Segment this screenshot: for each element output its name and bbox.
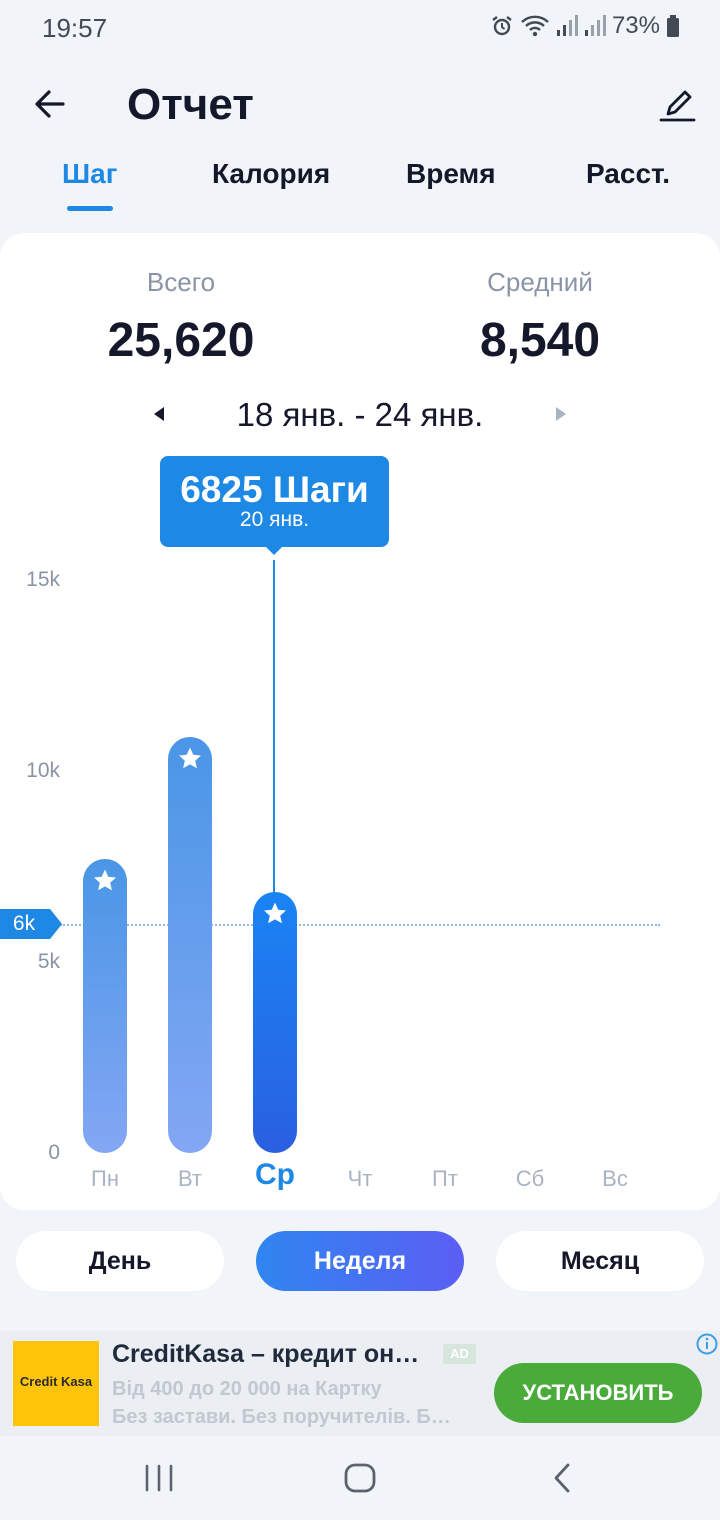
- goal-badge-label: 6k: [12, 911, 36, 935]
- ad-line-2: Без застави. Без поручителів. Б…: [112, 1406, 451, 1428]
- ad-logo[interactable]: Credit Kasa: [13, 1341, 99, 1426]
- y-tick-label: 10k: [26, 759, 60, 782]
- recent-apps-button[interactable]: [141, 1462, 177, 1494]
- back-nav-button[interactable]: [544, 1462, 580, 1494]
- x-label-2[interactable]: Ср: [245, 1158, 305, 1192]
- selected-day-tooltip: 6825 Шаги 20 янв.: [160, 456, 389, 547]
- steps-chart: 6825 Шаги 20 янв. 0 5k 10k 15k 6k Пн Вт Ср Чт Пт С…: [0, 233, 720, 1210]
- page-title: Отчет: [127, 80, 254, 129]
- tooltip-value: 6825 Шаги: [180, 469, 369, 510]
- star-icon: [264, 902, 286, 924]
- period-month-button[interactable]: Месяц: [496, 1231, 704, 1291]
- tooltip-arrow: [265, 546, 283, 555]
- arrow-left-icon: [35, 90, 65, 118]
- x-label-6[interactable]: Вс: [585, 1166, 645, 1192]
- ad-install-button[interactable]: УСТАНОВИТЬ: [494, 1363, 702, 1423]
- signal-icon-1: [556, 14, 578, 38]
- ad-banner[interactable]: Credit Kasa CreditKasa – кредит он… AD В…: [0, 1331, 720, 1436]
- battery-icon: [666, 14, 680, 38]
- goal-line: [60, 923, 660, 926]
- y-tick-label: 5k: [37, 950, 60, 973]
- y-tick-label: 0: [48, 1141, 60, 1164]
- edit-button[interactable]: [658, 84, 698, 124]
- info-icon: [696, 1333, 718, 1355]
- wifi-icon: [520, 14, 550, 38]
- system-nav-bar: [0, 1436, 720, 1520]
- star-icon: [179, 747, 201, 768]
- active-tab-indicator: [67, 206, 113, 211]
- bar[interactable]: [168, 736, 212, 1153]
- status-time: 19:57: [42, 13, 108, 43]
- period-day-button[interactable]: День: [16, 1231, 224, 1291]
- battery-percent: 73%: [611, 12, 660, 39]
- ad-info-button[interactable]: [696, 1333, 718, 1355]
- x-label-5[interactable]: Сб: [500, 1166, 560, 1192]
- tab-time[interactable]: Время: [406, 158, 496, 190]
- x-label-0[interactable]: Пн: [75, 1166, 135, 1192]
- ad-line-1: Від 400 до 20 000 на Картку: [112, 1378, 382, 1400]
- status-icons: 73%: [490, 12, 680, 40]
- recent-apps-icon: [145, 1464, 173, 1492]
- x-label-3[interactable]: Чт: [330, 1166, 390, 1192]
- ad-logo-text: Credit Kasa: [19, 1374, 93, 1389]
- metric-tabs: Шаг Калория Время Расст.: [0, 150, 720, 216]
- back-button[interactable]: [30, 84, 70, 124]
- tooltip-date: 20 янв.: [239, 508, 310, 531]
- y-tick-label: 15k: [26, 568, 60, 591]
- home-button[interactable]: [342, 1462, 378, 1494]
- bar[interactable]: [83, 858, 127, 1153]
- ad-title[interactable]: CreditKasa – кредит он…: [112, 1340, 419, 1369]
- tab-calories[interactable]: Калория: [212, 158, 330, 190]
- pencil-icon: [659, 90, 696, 122]
- alarm-icon: [490, 14, 514, 38]
- chevron-left-icon: [554, 1463, 570, 1493]
- status-bar: 19:57 73%: [0, 0, 720, 56]
- bar-selected[interactable]: [253, 892, 297, 1153]
- x-label-1[interactable]: Вт: [160, 1166, 220, 1192]
- tooltip-connector: [273, 560, 275, 897]
- ad-badge: AD: [443, 1344, 476, 1364]
- signal-icon-2: [584, 14, 606, 38]
- tab-distance[interactable]: Расст.: [586, 158, 670, 190]
- report-card: Всего 25,620 Средний 8,540 18 янв. - 24 …: [0, 233, 720, 1210]
- x-label-4[interactable]: Пт: [415, 1166, 475, 1192]
- home-icon: [344, 1463, 376, 1493]
- period-week-button[interactable]: Неделя: [256, 1231, 464, 1291]
- tab-steps[interactable]: Шаг: [62, 158, 117, 190]
- star-icon: [94, 869, 116, 891]
